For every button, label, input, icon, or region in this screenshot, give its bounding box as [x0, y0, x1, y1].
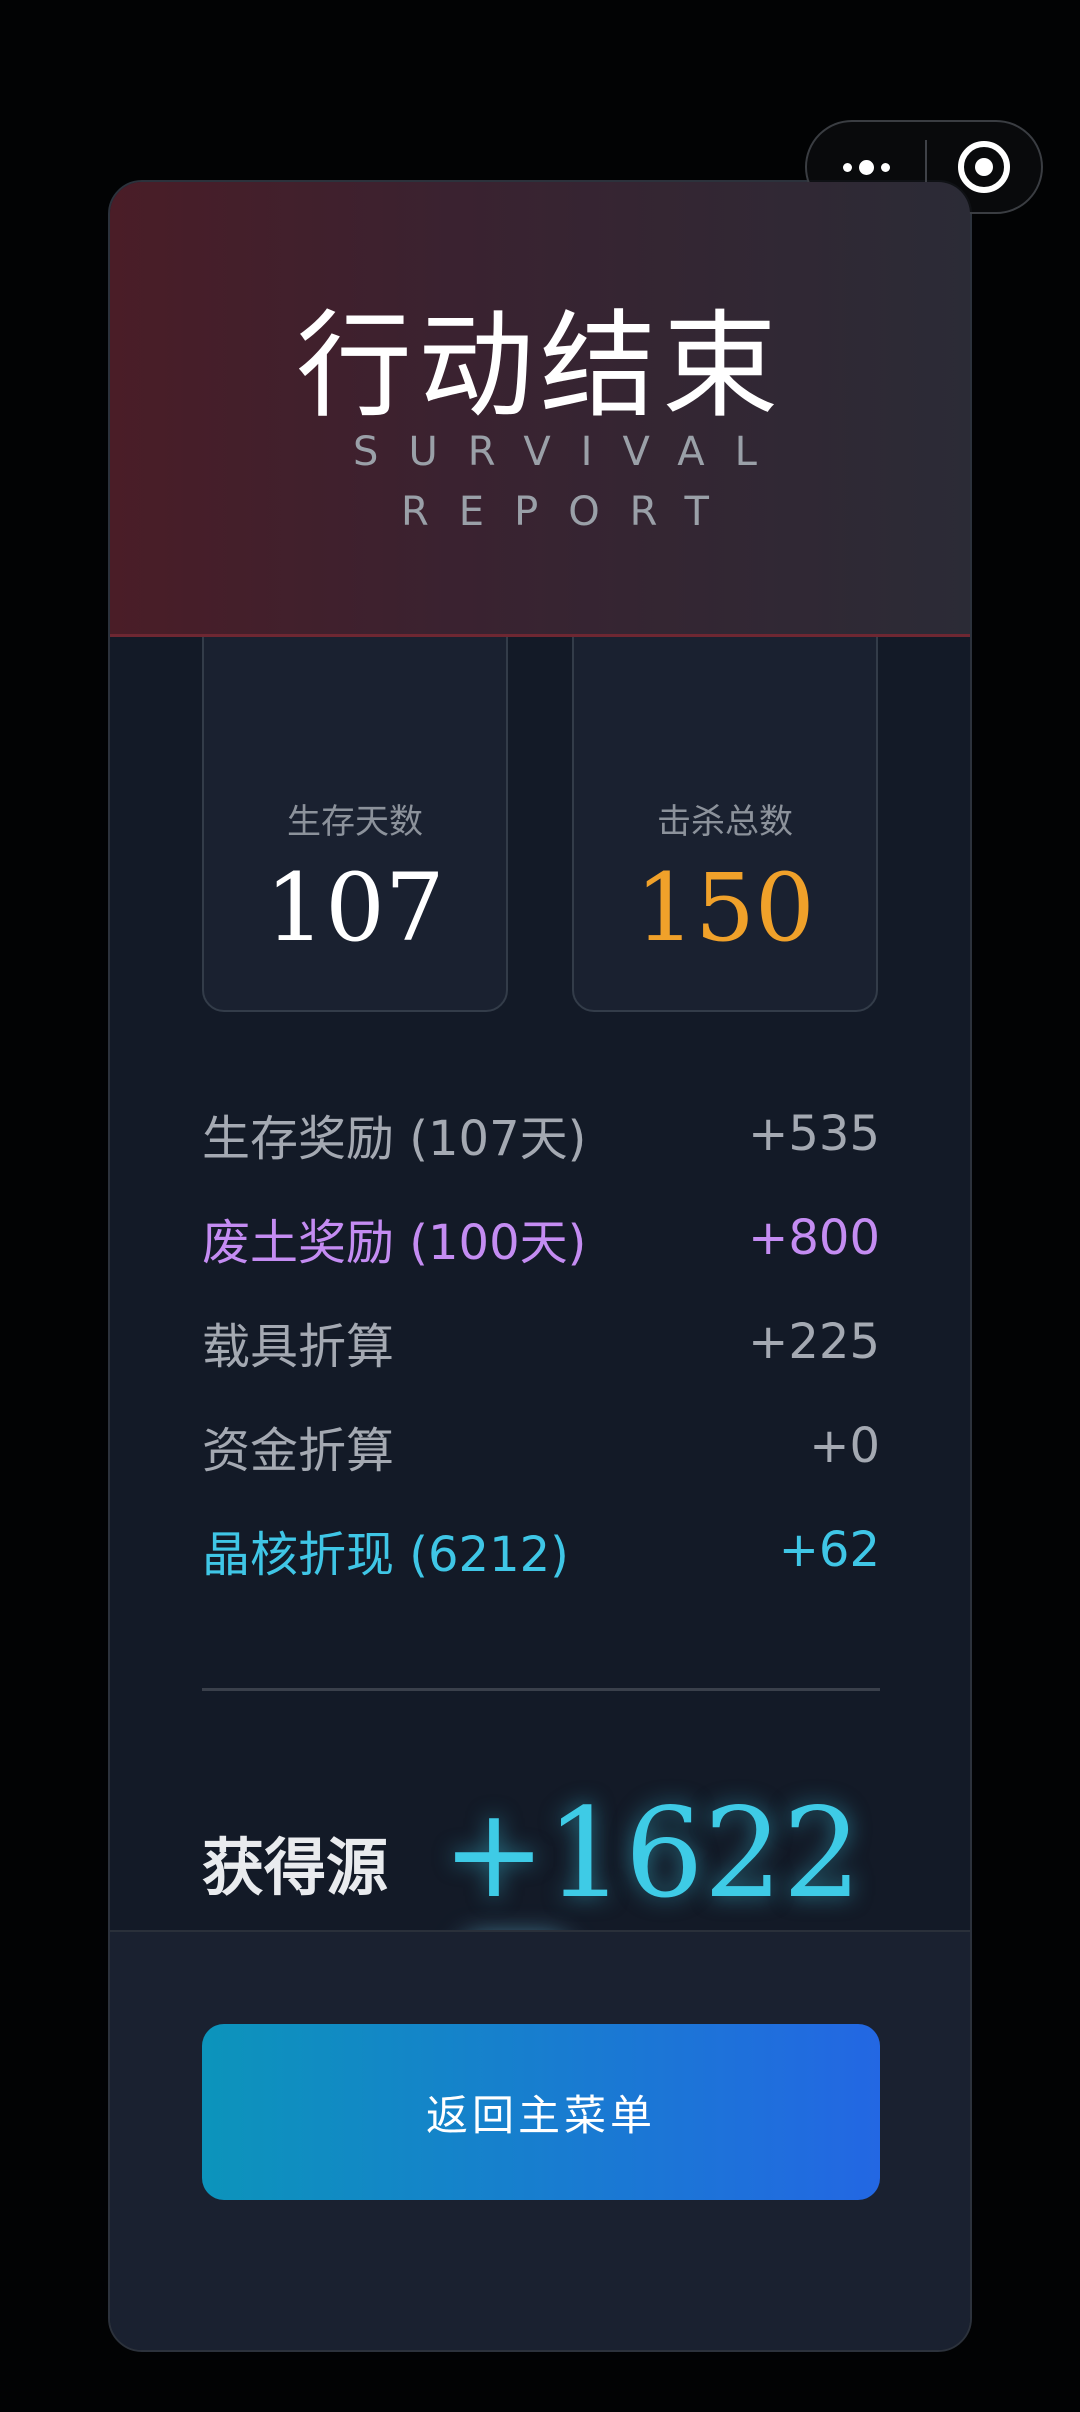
- stat-value: 107: [265, 854, 445, 963]
- reward-label: 资金折算: [202, 1423, 395, 1479]
- reward-label: 晶核折现 (6212): [202, 1527, 569, 1583]
- stat-label: 击杀总数: [657, 802, 793, 842]
- dot: [858, 159, 874, 175]
- close-icon-center: [975, 158, 993, 176]
- total-reward-value: +1622: [442, 1782, 862, 1926]
- reward-row-funds: 资金折算 +0: [202, 1394, 880, 1498]
- result-card: 行动结束 SURVIVAL REPORT 生存天数 107 击杀总数 150 生…: [108, 180, 972, 2352]
- stat-label: 生存天数: [287, 802, 423, 842]
- reward-label: 载具折算: [202, 1319, 395, 1375]
- stat-value: 150: [635, 854, 815, 963]
- screen: 行动结束 SURVIVAL REPORT 生存天数 107 击杀总数 150 生…: [0, 0, 1080, 2412]
- reward-value: +225: [748, 1314, 880, 1370]
- reward-label: 废土奖励 (100天): [202, 1215, 587, 1271]
- page-title: 行动结束: [296, 299, 784, 434]
- reward-row-survival: 生存奖励 (107天) +535: [202, 1082, 880, 1186]
- reward-row-crystal-core: 晶核折现 (6212) +62: [202, 1498, 880, 1602]
- reward-list: 生存奖励 (107天) +535 废土奖励 (100天) +800 载具折算 +…: [202, 1082, 880, 1602]
- divider: [202, 1688, 880, 1691]
- reward-label: 生存奖励 (107天): [202, 1111, 587, 1167]
- reward-value: +62: [778, 1522, 880, 1578]
- page-subtitle: SURVIVAL REPORT: [353, 429, 787, 535]
- reward-value: +0: [809, 1418, 880, 1474]
- return-main-menu-button[interactable]: 返回主菜单: [202, 2024, 880, 2200]
- reward-value: +535: [748, 1106, 880, 1162]
- dot: [880, 162, 890, 172]
- reward-value: +800: [748, 1210, 880, 1266]
- dot: [842, 162, 852, 172]
- reward-row-vehicle: 载具折算 +225: [202, 1290, 880, 1394]
- card-footer: 返回主菜单: [110, 1930, 970, 2350]
- reward-row-wasteland: 废土奖励 (100天) +800: [202, 1186, 880, 1290]
- card-header: 行动结束 SURVIVAL REPORT: [110, 182, 970, 637]
